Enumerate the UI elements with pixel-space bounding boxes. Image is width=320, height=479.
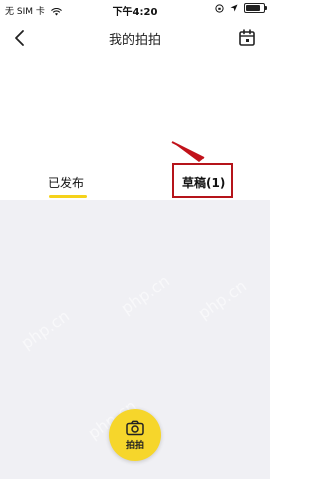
watermark-text: php.cn [17,306,74,353]
status-right [212,3,267,14]
location-icon [230,4,238,12]
watermark-text: php.cn [117,271,174,318]
nav-bar: 我的拍拍 [0,22,270,54]
battery-icon [244,3,267,13]
shoot-button-label: 拍拍 [125,441,144,451]
active-tab-indicator [49,195,87,198]
tab-published[interactable]: 已发布 [48,174,84,191]
camera-icon [126,420,144,436]
page-title: 我的拍拍 [108,33,161,48]
calendar-icon[interactable] [236,27,258,49]
orientation-lock-icon [215,3,224,13]
battery-fill [246,5,260,11]
annotation-arrow [171,141,205,162]
watermark-text: php.cn [194,276,251,323]
shoot-button[interactable]: 拍拍 [109,409,161,461]
status-bar: 无 SIM 卡 下午4:20 [0,0,270,18]
drafts-highlight-box [172,163,233,198]
